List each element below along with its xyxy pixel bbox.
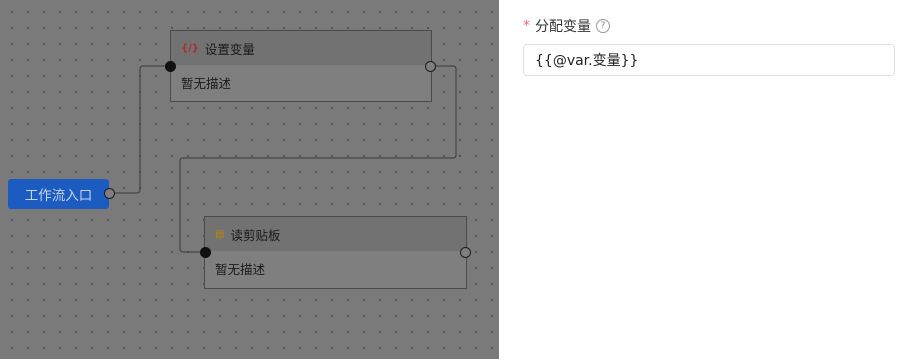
set-variable-node-title: 设置变量 [204,41,255,57]
edge-entry-to-set-variable [110,65,171,194]
workflow-entry-node[interactable]: 工作流入口 [8,179,109,209]
set-variable-node[interactable]: {/} 设置变量 暂无描述 [170,30,432,102]
set-variable-input-port[interactable] [165,61,176,72]
read-clipboard-node-description: 暂无描述 [215,262,266,277]
set-variable-node-description: 暂无描述 [181,76,232,91]
assign-variable-label: * 分配变量 ? [523,16,610,36]
workflow-canvas[interactable]: 工作流入口 {/} 设置变量 暂无描述 ▤ 读剪贴板 暂无描述 [0,0,499,359]
assign-variable-label-text: 分配变量 [535,19,591,35]
variable-code-icon: {/} [181,42,199,54]
assign-variable-input[interactable] [523,44,895,76]
entry-output-port[interactable] [104,188,115,199]
required-mark: * [523,18,530,34]
read-clipboard-node[interactable]: ▤ 读剪贴板 暂无描述 [204,216,467,289]
read-clipboard-output-port[interactable] [460,247,471,258]
question-circle-icon[interactable]: ? [596,19,610,33]
clipboard-icon: ▤ [215,228,225,240]
read-clipboard-node-title: 读剪贴板 [230,227,281,243]
read-clipboard-input-port[interactable] [200,247,211,258]
set-variable-node-header: {/} 设置变量 [171,31,431,65]
entry-node-label: 工作流入口 [24,188,93,204]
set-variable-output-port[interactable] [425,61,436,72]
properties-panel: * 分配变量 ? [499,0,905,359]
read-clipboard-node-header: ▤ 读剪贴板 [205,217,466,251]
